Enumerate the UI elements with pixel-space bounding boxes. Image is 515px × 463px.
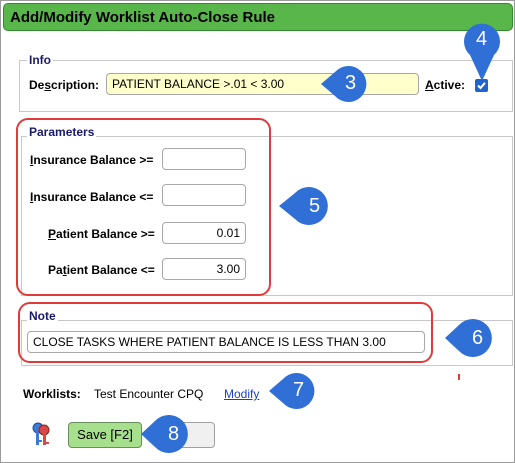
- callout-7: 7: [269, 373, 323, 409]
- active-label: Active:: [425, 78, 466, 92]
- callout-4: 4: [464, 21, 500, 81]
- description-label: Description:: [29, 78, 100, 92]
- callout-3: 3: [321, 66, 375, 102]
- callout-5: 5: [279, 187, 335, 225]
- info-legend: Info: [27, 53, 53, 67]
- modify-link[interactable]: Modify: [224, 387, 259, 401]
- dialog-window: Add/Modify Worklist Auto-Close Rule Info…: [0, 0, 515, 463]
- save-button[interactable]: Save [F2]: [68, 422, 142, 448]
- window-title: Add/Modify Worklist Auto-Close Rule: [10, 9, 275, 26]
- note-highlight: [18, 302, 433, 363]
- red-tick-mark: [458, 374, 460, 380]
- parameters-highlight: [16, 118, 271, 296]
- worklists-label: Worklists:: [23, 387, 81, 401]
- callout-6: 6: [445, 319, 499, 357]
- worklists-value: Test Encounter CPQ: [94, 387, 204, 401]
- title-bar: Add/Modify Worklist Auto-Close Rule: [3, 3, 513, 31]
- keys-icon[interactable]: [29, 421, 53, 447]
- callout-8: 8: [141, 415, 195, 453]
